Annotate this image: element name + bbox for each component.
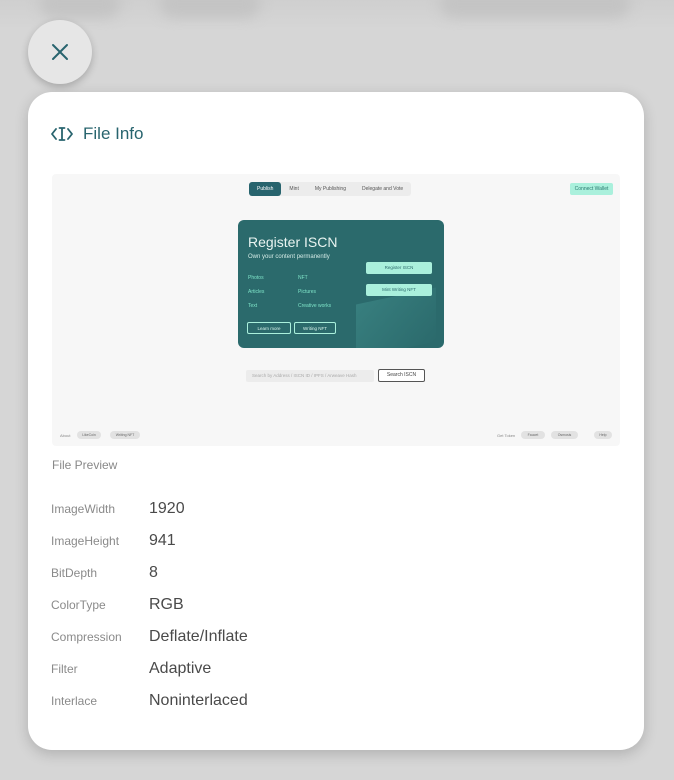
info-value: Adaptive: [149, 660, 212, 677]
preview-nav: Publish Mint My Publishing Delegate and …: [249, 182, 412, 196]
preview-mint-button: Mint Writing NFT: [366, 284, 432, 296]
info-row: Compression Deflate/Inflate: [51, 621, 611, 653]
preview-footer-label: About: [60, 433, 71, 438]
preview-hero-item: Creative works: [298, 303, 332, 309]
preview-hero-item: NFT: [298, 275, 308, 281]
info-key: Compression: [51, 630, 122, 644]
preview-hero-item: Photos: [248, 275, 264, 281]
preview-hero-card: Register ISCN Own your content permanent…: [238, 220, 444, 348]
background-page: [0, 0, 674, 30]
file-preview-image: Publish Mint My Publishing Delegate and …: [52, 174, 620, 446]
info-key: ImageHeight: [51, 534, 120, 548]
info-key: Filter: [51, 662, 78, 676]
file-info-dialog: File Info Publish Mint My Publishing Del…: [28, 92, 644, 750]
preview-footer-chip: Faucet: [521, 431, 545, 439]
preview-nav-item: My Publishing: [314, 186, 346, 192]
dialog-header: File Info: [51, 124, 143, 144]
preview-footer-chip: Osmosis: [551, 431, 578, 439]
info-row: ImageHeight 941: [51, 525, 611, 557]
preview-hero-item: Pictures: [298, 289, 317, 295]
preview-nav-item: Publish: [249, 182, 282, 196]
preview-nav-item: Mint: [289, 186, 299, 192]
info-value: 941: [149, 532, 176, 549]
preview-register-button: Register ISCN: [366, 262, 432, 274]
preview-hero-title: Register ISCN: [248, 234, 338, 250]
info-key: ImageWidth: [51, 502, 116, 516]
preview-footer-label: Get Token: [497, 433, 516, 438]
preview-search-input: Search by Address / ISCN ID / IPFS / Arw…: [246, 370, 374, 382]
info-key: BitDepth: [51, 566, 98, 580]
preview-footer-chip: Writing NFT: [110, 431, 140, 439]
info-row: BitDepth 8: [51, 557, 611, 589]
preview-hero-decoration: [356, 287, 436, 348]
preview-search-button: Search ISCN: [378, 369, 425, 382]
info-row: Interlace Noninterlaced: [51, 685, 611, 717]
preview-footer-chip: LikeCoin: [77, 431, 101, 439]
close-button[interactable]: [28, 20, 92, 84]
preview-nav-item: Delegate and Vote: [362, 186, 404, 192]
info-value: Noninterlaced: [149, 692, 248, 709]
info-key: Interlace: [51, 694, 98, 708]
info-value: 8: [149, 564, 158, 581]
file-preview-label: File Preview: [52, 458, 118, 472]
preview-learn-more: Learn more: [247, 322, 291, 334]
preview-writing-nft: Writing NFT: [294, 322, 336, 334]
preview-footer-chip: Help: [594, 431, 612, 439]
preview-hero-item: Articles: [248, 289, 265, 295]
info-row: Filter Adaptive: [51, 653, 611, 685]
close-icon: [52, 44, 68, 60]
preview-connect-wallet: Connect Wallet: [570, 183, 613, 195]
code-cursor-icon: [51, 127, 73, 141]
info-value: Deflate/Inflate: [149, 628, 248, 645]
info-row: ColorType RGB: [51, 589, 611, 621]
background-blur-shape: [160, 0, 260, 18]
info-key: ColorType: [51, 598, 106, 612]
file-info-list: ImageWidth 1920 ImageHeight 941 BitDepth…: [51, 493, 611, 717]
info-value: 1920: [149, 500, 185, 517]
preview-hero-subtitle: Own your content permanently: [248, 254, 330, 260]
info-value: RGB: [149, 596, 184, 613]
background-blur-shape: [40, 0, 120, 18]
info-row: ImageWidth 1920: [51, 493, 611, 525]
dialog-title: File Info: [83, 124, 144, 143]
background-blur-shape: [440, 0, 630, 18]
preview-hero-item: Text: [248, 303, 258, 309]
